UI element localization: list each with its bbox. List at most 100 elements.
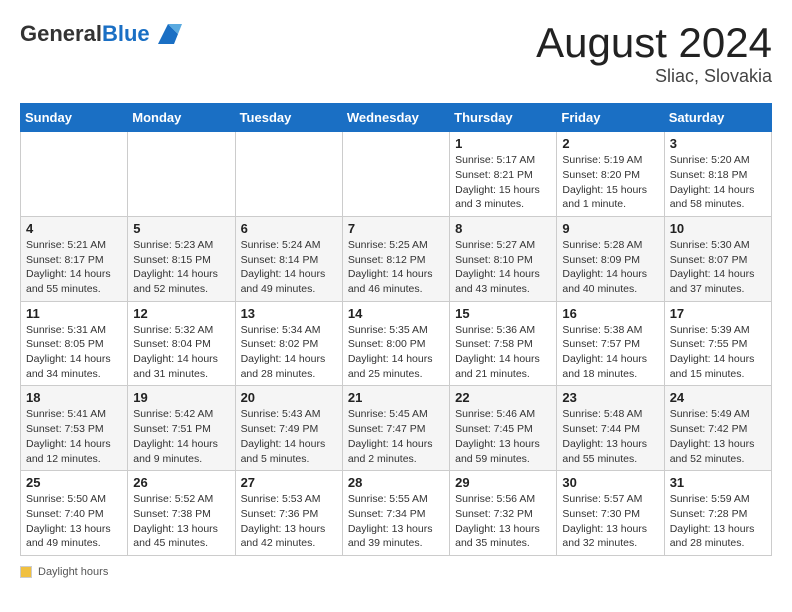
- week-row-4: 18 Sunrise: 5:41 AM Sunset: 7:53 PM Dayli…: [21, 386, 772, 471]
- calendar-cell: 25Sunrise: 5:50 AM Sunset: 7:40 PM Dayli…: [21, 471, 128, 556]
- day-number: 16: [562, 306, 658, 321]
- day-number: 30: [562, 475, 658, 490]
- weekday-header-wednesday: Wednesday: [342, 104, 449, 132]
- day-number: 12: [133, 306, 229, 321]
- day-info: Sunrise: 5:31 AM Sunset: 8:05 PM Dayligh…: [26, 323, 122, 382]
- calendar-cell: 30 Sunrise: 5:57 AM Sunset: 7:30 PM Dayli…: [557, 471, 664, 556]
- day-info: Sunrise: 5:28 AM Sunset: 8:09 PM Dayligh…: [562, 238, 658, 297]
- day-number: 19: [133, 390, 229, 405]
- day-info: Sunrise: 5:36 AM Sunset: 7:58 PM Dayligh…: [455, 323, 551, 382]
- footer: Daylight hours: [20, 566, 772, 578]
- day-number: 28: [348, 475, 444, 490]
- day-info: Sunrise: 5:27 AM Sunset: 8:10 PM Dayligh…: [455, 238, 551, 297]
- month-title: August 2024: [536, 20, 772, 66]
- day-number: 11: [26, 306, 122, 321]
- logo: GeneralBlue: [20, 20, 182, 48]
- day-number: 13: [241, 306, 337, 321]
- day-number: 6: [241, 221, 337, 236]
- calendar-cell: [235, 132, 342, 217]
- calendar-cell: 19 Sunrise: 5:42 AM Sunset: 7:51 PM Dayli…: [128, 386, 235, 471]
- week-row-1: 1 Sunrise: 5:17 AM Sunset: 8:21 PM Daylig…: [21, 132, 772, 217]
- day-number: 10: [670, 221, 766, 236]
- day-info: Sunrise: 5:23 AM Sunset: 8:15 PM Dayligh…: [133, 238, 229, 297]
- day-info: Sunrise: 5:42 AM Sunset: 7:51 PM Dayligh…: [133, 407, 229, 466]
- weekday-header-monday: Monday: [128, 104, 235, 132]
- day-number: 23: [562, 390, 658, 405]
- calendar-cell: 11 Sunrise: 5:31 AM Sunset: 8:05 PM Dayli…: [21, 301, 128, 386]
- calendar-cell: [128, 132, 235, 217]
- calendar-cell: 14Sunrise: 5:35 AM Sunset: 8:00 PM Dayli…: [342, 301, 449, 386]
- calendar-cell: 21Sunrise: 5:45 AM Sunset: 7:47 PM Dayli…: [342, 386, 449, 471]
- calendar-cell: 28 Sunrise: 5:55 AM Sunset: 7:34 PM Dayli…: [342, 471, 449, 556]
- week-row-2: 4Sunrise: 5:21 AM Sunset: 8:17 PM Daylig…: [21, 216, 772, 301]
- day-info: Sunrise: 5:55 AM Sunset: 7:34 PM Dayligh…: [348, 492, 444, 551]
- calendar-cell: 29Sunrise: 5:56 AM Sunset: 7:32 PM Dayli…: [450, 471, 557, 556]
- day-number: 14: [348, 306, 444, 321]
- day-number: 20: [241, 390, 337, 405]
- day-info: Sunrise: 5:34 AM Sunset: 8:02 PM Dayligh…: [241, 323, 337, 382]
- logo-general: General: [20, 21, 102, 46]
- day-info: Sunrise: 5:45 AM Sunset: 7:47 PM Dayligh…: [348, 407, 444, 466]
- calendar-cell: 9 Sunrise: 5:28 AM Sunset: 8:09 PM Daylig…: [557, 216, 664, 301]
- day-info: Sunrise: 5:19 AM Sunset: 8:20 PM Dayligh…: [562, 153, 658, 212]
- calendar-cell: 12Sunrise: 5:32 AM Sunset: 8:04 PM Dayli…: [128, 301, 235, 386]
- calendar-cell: 6 Sunrise: 5:24 AM Sunset: 8:14 PM Daylig…: [235, 216, 342, 301]
- day-info: Sunrise: 5:49 AM Sunset: 7:42 PM Dayligh…: [670, 407, 766, 466]
- day-number: 31: [670, 475, 766, 490]
- calendar-cell: 10Sunrise: 5:30 AM Sunset: 8:07 PM Dayli…: [664, 216, 771, 301]
- day-number: 5: [133, 221, 229, 236]
- calendar-cell: 27Sunrise: 5:53 AM Sunset: 7:36 PM Dayli…: [235, 471, 342, 556]
- calendar-cell: 31Sunrise: 5:59 AM Sunset: 7:28 PM Dayli…: [664, 471, 771, 556]
- weekday-header-friday: Friday: [557, 104, 664, 132]
- page-header: GeneralBlue August 2024 Sliac, Slovakia: [20, 20, 772, 87]
- day-info: Sunrise: 5:20 AM Sunset: 8:18 PM Dayligh…: [670, 153, 766, 212]
- day-number: 24: [670, 390, 766, 405]
- weekday-header-row: SundayMondayTuesdayWednesdayThursdayFrid…: [21, 104, 772, 132]
- day-number: 25: [26, 475, 122, 490]
- calendar-cell: 4Sunrise: 5:21 AM Sunset: 8:17 PM Daylig…: [21, 216, 128, 301]
- day-number: 15: [455, 306, 551, 321]
- calendar-cell: 16 Sunrise: 5:38 AM Sunset: 7:57 PM Dayli…: [557, 301, 664, 386]
- day-number: 29: [455, 475, 551, 490]
- calendar-table: SundayMondayTuesdayWednesdayThursdayFrid…: [20, 103, 772, 556]
- day-info: Sunrise: 5:24 AM Sunset: 8:14 PM Dayligh…: [241, 238, 337, 297]
- calendar-cell: 2 Sunrise: 5:19 AM Sunset: 8:20 PM Daylig…: [557, 132, 664, 217]
- location: Sliac, Slovakia: [536, 66, 772, 87]
- day-info: Sunrise: 5:52 AM Sunset: 7:38 PM Dayligh…: [133, 492, 229, 551]
- day-number: 9: [562, 221, 658, 236]
- day-number: 2: [562, 136, 658, 151]
- calendar-cell: 24 Sunrise: 5:49 AM Sunset: 7:42 PM Dayli…: [664, 386, 771, 471]
- calendar-cell: 5 Sunrise: 5:23 AM Sunset: 8:15 PM Daylig…: [128, 216, 235, 301]
- logo-blue: Blue: [102, 21, 150, 46]
- day-info: Sunrise: 5:21 AM Sunset: 8:17 PM Dayligh…: [26, 238, 122, 297]
- calendar-cell: 23 Sunrise: 5:48 AM Sunset: 7:44 PM Dayli…: [557, 386, 664, 471]
- day-number: 17: [670, 306, 766, 321]
- week-row-5: 25Sunrise: 5:50 AM Sunset: 7:40 PM Dayli…: [21, 471, 772, 556]
- day-info: Sunrise: 5:17 AM Sunset: 8:21 PM Dayligh…: [455, 153, 551, 212]
- calendar-cell: 26 Sunrise: 5:52 AM Sunset: 7:38 PM Dayli…: [128, 471, 235, 556]
- day-number: 1: [455, 136, 551, 151]
- day-info: Sunrise: 5:25 AM Sunset: 8:12 PM Dayligh…: [348, 238, 444, 297]
- day-info: Sunrise: 5:53 AM Sunset: 7:36 PM Dayligh…: [241, 492, 337, 551]
- calendar-cell: 18 Sunrise: 5:41 AM Sunset: 7:53 PM Dayli…: [21, 386, 128, 471]
- day-number: 18: [26, 390, 122, 405]
- weekday-header-saturday: Saturday: [664, 104, 771, 132]
- logo-icon: [154, 20, 182, 48]
- day-number: 7: [348, 221, 444, 236]
- calendar-cell: 17Sunrise: 5:39 AM Sunset: 7:55 PM Dayli…: [664, 301, 771, 386]
- daylight-indicator: [20, 566, 32, 578]
- day-info: Sunrise: 5:41 AM Sunset: 7:53 PM Dayligh…: [26, 407, 122, 466]
- day-info: Sunrise: 5:57 AM Sunset: 7:30 PM Dayligh…: [562, 492, 658, 551]
- calendar-cell: [342, 132, 449, 217]
- day-info: Sunrise: 5:43 AM Sunset: 7:49 PM Dayligh…: [241, 407, 337, 466]
- weekday-header-tuesday: Tuesday: [235, 104, 342, 132]
- week-row-3: 11 Sunrise: 5:31 AM Sunset: 8:05 PM Dayli…: [21, 301, 772, 386]
- day-info: Sunrise: 5:48 AM Sunset: 7:44 PM Dayligh…: [562, 407, 658, 466]
- day-info: Sunrise: 5:38 AM Sunset: 7:57 PM Dayligh…: [562, 323, 658, 382]
- calendar-cell: 15 Sunrise: 5:36 AM Sunset: 7:58 PM Dayli…: [450, 301, 557, 386]
- title-block: August 2024 Sliac, Slovakia: [536, 20, 772, 87]
- day-number: 26: [133, 475, 229, 490]
- calendar-cell: [21, 132, 128, 217]
- calendar-cell: 1 Sunrise: 5:17 AM Sunset: 8:21 PM Daylig…: [450, 132, 557, 217]
- calendar-cell: 8Sunrise: 5:27 AM Sunset: 8:10 PM Daylig…: [450, 216, 557, 301]
